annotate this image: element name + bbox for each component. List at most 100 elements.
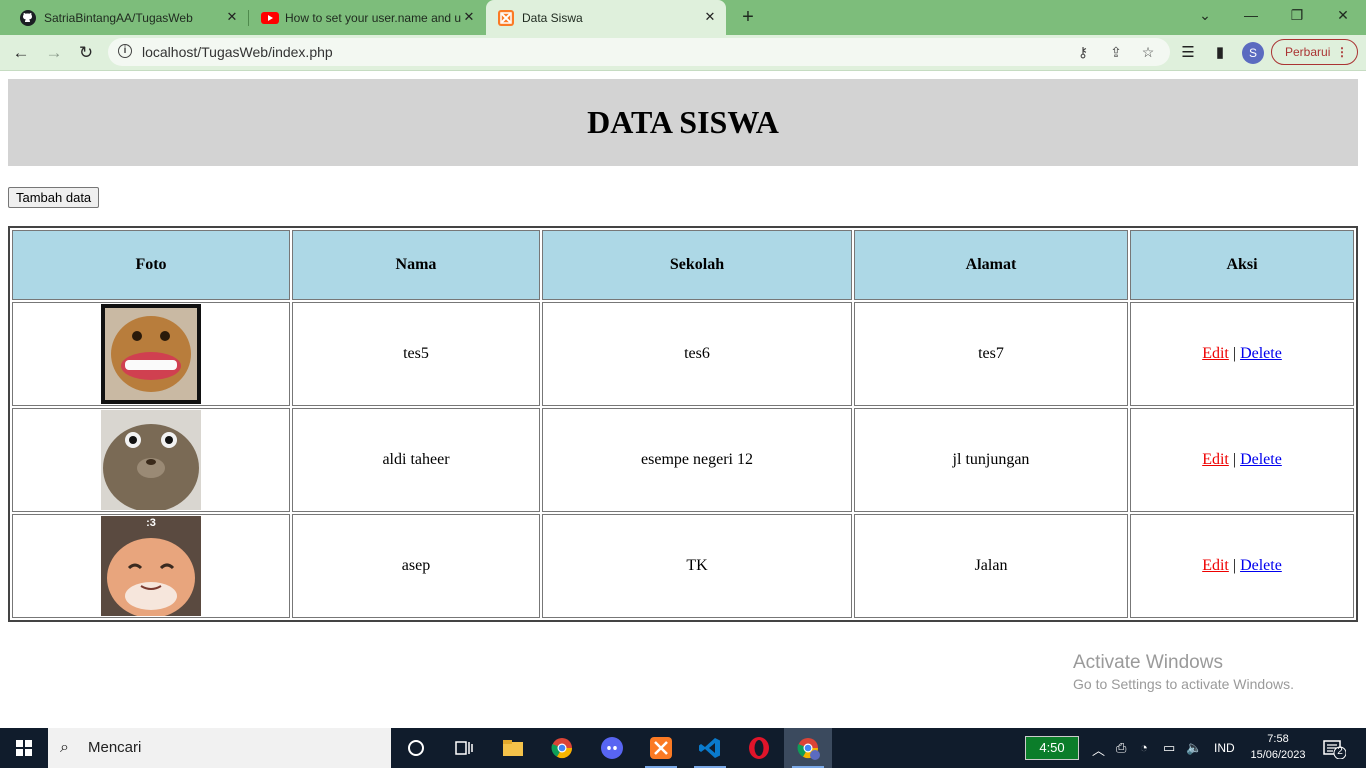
opera-icon [749,737,769,759]
update-button[interactable]: Perbarui ⋮ [1271,39,1358,65]
add-data-button[interactable]: Tambah data [8,187,100,208]
aksi-cell: Edit | Delete [1130,408,1354,512]
table-row: tes5 tes6 tes7 Edit | Delete [12,302,1354,406]
nama-cell: tes5 [292,302,540,406]
vscode-icon [699,738,720,758]
reload-icon[interactable]: ↻ [73,40,99,66]
page-header: DATA SISWA [8,79,1358,166]
address-bar[interactable]: i localhost/TugasWeb/index.php ⚷ ⇪ ☆ [108,38,1170,66]
link-separator: | [1232,557,1237,574]
photo-cell [12,302,290,406]
youtube-icon [261,10,279,26]
chrome-profile-icon [797,738,820,760]
nama-cell: asep [292,514,540,618]
alamat-cell: Jalan [854,514,1128,618]
cortana-button[interactable] [392,728,440,768]
student-table: Foto Nama Sekolah Alamat Aksi tes5 tes6 … [8,226,1358,622]
close-tab-icon[interactable]: ✕ [224,9,240,25]
table-row: :3 asep TK Jalan Edit | Delete [12,514,1354,618]
link-separator: | [1232,451,1237,468]
side-panel-icon[interactable]: ▮ [1210,43,1230,63]
tab-title: SatriaBintangAA/TugasWeb [44,10,193,25]
aksi-cell: Edit | Delete [1130,514,1354,618]
clock-date: 15/06/2023 [1250,749,1306,761]
discord-button[interactable] [588,728,636,768]
notification-center-button[interactable]: 2 [1322,739,1347,760]
search-icon: ⌕ [60,739,69,756]
battery-icon[interactable]: ▭ [1163,740,1175,756]
profile-avatar[interactable]: S [1242,42,1264,64]
photo-caption: :3 [146,517,156,529]
watermark-title: Activate Windows [1073,652,1223,673]
delete-link[interactable]: Delete [1240,345,1282,362]
opera-button[interactable] [735,728,783,768]
sekolah-cell: TK [542,514,852,618]
new-tab-button[interactable]: + [736,5,760,29]
minimize-button[interactable]: — [1228,0,1274,30]
tab-github[interactable]: SatriaBintangAA/TugasWeb ✕ [8,0,248,35]
site-info-icon[interactable]: i [118,44,132,58]
system-clock[interactable]: 7:58 15/06/2023 [1246,731,1310,763]
close-tab-icon[interactable]: ✕ [461,9,477,25]
volume-icon[interactable]: 🔈 [1186,740,1202,756]
close-window-button[interactable]: ✕ [1320,0,1366,30]
table-header-row: Foto Nama Sekolah Alamat Aksi [12,230,1354,300]
page-title: DATA SISWA [587,104,779,140]
share-icon[interactable]: ⇪ [1107,43,1125,61]
student-photo [101,304,201,404]
chrome-icon [551,738,573,759]
show-hidden-icons-chevron-icon[interactable]: ︿ [1092,740,1105,759]
photo-cell: :3 [12,514,290,618]
github-icon [20,9,36,26]
edit-link[interactable]: Edit [1202,451,1229,468]
tab-search-icon[interactable]: ⌄ [1182,0,1228,30]
chrome-app-button[interactable] [538,728,586,768]
browser-tab-bar: SatriaBintangAA/TugasWeb ✕ How to set yo… [0,0,1366,35]
restore-button[interactable]: ❐ [1274,0,1320,30]
folder-icon [503,740,523,756]
close-tab-icon[interactable]: ✕ [702,9,718,25]
key-icon[interactable]: ⚷ [1074,43,1092,61]
url-text: localhost/TugasWeb/index.php [142,44,333,60]
chrome-window-button[interactable] [784,728,832,768]
alamat-cell: jl tunjungan [854,408,1128,512]
star-icon[interactable]: ☆ [1139,43,1157,61]
vscode-button[interactable] [686,728,734,768]
taskbar-search-box[interactable]: ⌕ Mencari [48,728,391,768]
battery-timer-widget[interactable]: 4:50 [1025,736,1079,760]
clock-time: 7:58 [1267,733,1289,745]
reading-list-icon[interactable]: ☰ [1178,43,1198,63]
photo-cell [12,408,290,512]
update-label: Perbarui [1285,45,1331,59]
xampp-icon [498,9,514,26]
wifi-icon[interactable]: ◔ [1140,740,1148,755]
file-explorer-button[interactable] [489,728,537,768]
tab-youtube[interactable]: How to set your user.name and u ✕ [249,0,485,35]
edit-link[interactable]: Edit [1202,557,1229,574]
xampp-icon [650,737,672,759]
student-photo: :3 [101,516,201,616]
link-separator: | [1232,345,1237,362]
meet-now-icon[interactable]: ⎙ [1116,740,1126,756]
windows-taskbar: ⌕ Mencari [0,728,1366,768]
more-menu-icon[interactable]: ⋮ [1336,40,1348,64]
delete-link[interactable]: Delete [1240,557,1282,574]
column-header-foto: Foto [12,230,290,300]
table-row: aldi taheer esempe negeri 12 jl tunjunga… [12,408,1354,512]
tab-title: Data Siswa [522,10,583,25]
input-language[interactable]: IND [1214,741,1235,755]
forward-arrow-icon[interactable]: → [41,40,67,66]
xampp-button[interactable] [637,728,685,768]
task-view-button[interactable] [440,728,488,768]
start-button[interactable] [0,728,48,768]
activate-windows-watermark: Activate Windows Go to Settings to activ… [1073,652,1294,692]
column-header-sekolah: Sekolah [542,230,852,300]
watermark-subtitle: Go to Settings to activate Windows. [1073,676,1294,692]
edit-link[interactable]: Edit [1202,345,1229,362]
tab-data-siswa[interactable]: Data Siswa ✕ [486,0,726,35]
task-view-icon [455,741,473,755]
back-arrow-icon[interactable]: ← [8,40,34,66]
windows-logo-icon [16,740,32,756]
delete-link[interactable]: Delete [1240,451,1282,468]
column-header-nama: Nama [292,230,540,300]
